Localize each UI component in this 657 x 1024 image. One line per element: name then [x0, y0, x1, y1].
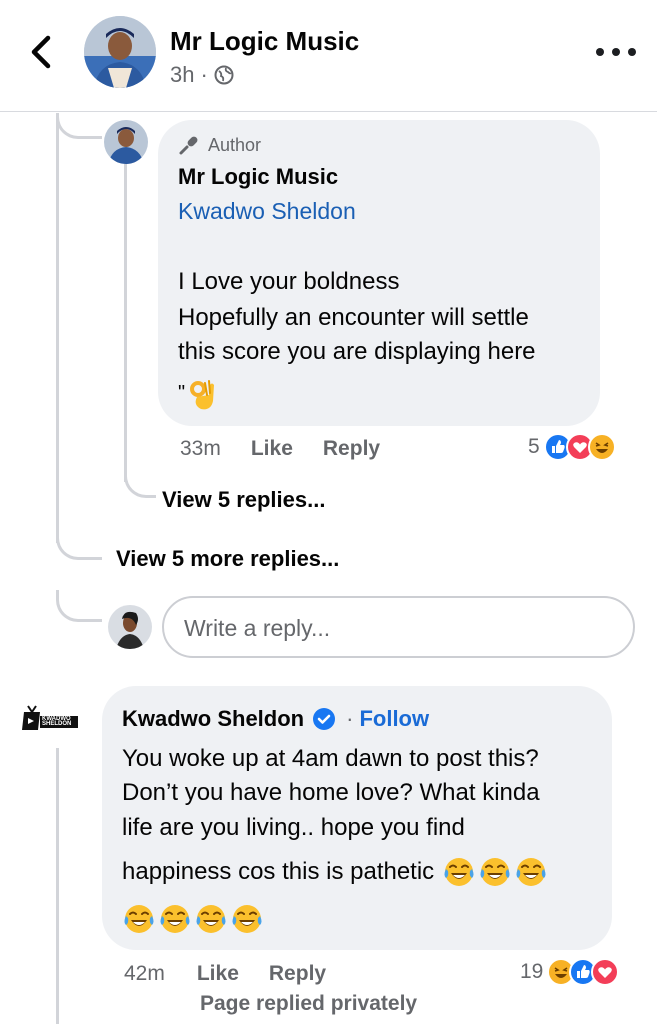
comment-line: You woke up at 4am dawn to post this?	[122, 745, 539, 772]
post-header: Mr Logic Music 3h ·	[0, 0, 657, 112]
post-time[interactable]: 3h	[170, 62, 194, 88]
user-avatar	[108, 605, 152, 649]
reply-button[interactable]: Reply	[323, 437, 380, 461]
haha-reaction-icon	[587, 433, 616, 461]
comment-line-with-emojis: happiness cos this is pathetic	[122, 854, 550, 889]
tears-of-joy-emoji	[196, 905, 226, 933]
tears-of-joy-emoji	[516, 857, 546, 886]
comment-line: I Love your boldness	[178, 268, 400, 295]
thread-line-outer	[56, 113, 59, 543]
thread-connector	[56, 528, 102, 560]
reaction-summary[interactable]: 5	[528, 433, 616, 461]
page-title[interactable]: Mr Logic Music	[170, 26, 359, 57]
reaction-count: 19	[520, 960, 544, 983]
microphone-icon	[179, 136, 198, 155]
tears-of-joy-emoji	[480, 857, 510, 886]
comment-line: this score you are displaying here	[178, 338, 536, 365]
comment-time[interactable]: 42m	[124, 962, 165, 986]
meta-separator: ·	[200, 62, 208, 87]
more-options-icon[interactable]	[596, 40, 636, 64]
tears-of-joy-emoji	[232, 905, 262, 933]
comment-line: happiness cos this is pathetic	[122, 858, 435, 885]
quote-mark: "	[178, 382, 186, 404]
thread-connector	[56, 590, 102, 622]
emoji-group	[442, 855, 550, 889]
follow-button[interactable]: Follow	[359, 706, 429, 732]
reply-button[interactable]: Reply	[269, 962, 326, 986]
thread-line-inner	[124, 162, 127, 482]
page-replied-note: Page replied privately	[200, 992, 418, 1015]
thread-line-comment	[56, 748, 59, 1024]
reaction-summary[interactable]: 19	[520, 958, 620, 986]
emoji-line	[122, 902, 266, 936]
comment-actions: 42m Like Reply	[124, 962, 326, 986]
thread-connector	[56, 113, 102, 139]
header-separator: ·	[346, 706, 354, 731]
author-badge-label: Author	[208, 134, 262, 155]
post-meta: 3h ·	[170, 62, 234, 88]
author-avatar[interactable]	[104, 120, 148, 164]
love-reaction-icon	[591, 958, 620, 986]
comment-line: life are you living.. hope you find	[122, 814, 465, 841]
like-button[interactable]: Like	[251, 437, 293, 461]
reply-input[interactable]: Write a reply...	[162, 596, 635, 658]
mention-link[interactable]: Kwadwo Sheldon	[178, 198, 356, 225]
reply-comment-bubble: Author Mr Logic Music Kwadwo Sheldon I L…	[158, 120, 600, 426]
comment-line: Don’t you have home love? What kinda	[122, 779, 540, 806]
comment-bubble: Kwadwo Sheldon · Follow You woke up at 4…	[102, 686, 612, 950]
commenter-name[interactable]: Kwadwo Sheldon	[122, 706, 304, 732]
verified-badge-icon	[313, 708, 336, 730]
reaction-count: 5	[528, 435, 540, 458]
ok-hand-emoji	[190, 379, 215, 409]
reply-actions: 33m Like Reply	[180, 437, 380, 461]
back-chevron-icon[interactable]	[28, 34, 56, 70]
comment-line: Hopefully an encounter will settle	[178, 304, 529, 331]
view-more-replies-link[interactable]: View 5 more replies...	[116, 546, 339, 572]
globe-icon	[214, 65, 234, 85]
avatar-logo-text: KWADWO SHELDON	[42, 716, 72, 727]
like-button[interactable]: Like	[197, 962, 239, 986]
view-replies-link[interactable]: View 5 replies...	[162, 487, 325, 513]
tears-of-joy-emoji	[160, 905, 190, 933]
page-avatar[interactable]	[84, 16, 156, 88]
thread-connector	[124, 466, 156, 498]
author-badge: Author	[178, 134, 261, 156]
tears-of-joy-emoji	[444, 857, 474, 886]
comment-time[interactable]: 33m	[180, 437, 221, 461]
comment-line: "	[178, 376, 217, 411]
tears-of-joy-emoji	[124, 905, 154, 933]
comment-header: Kwadwo Sheldon · Follow	[122, 706, 429, 732]
reply-input-placeholder: Write a reply...	[184, 615, 331, 641]
commenter-avatar[interactable]: KWADWO SHELDON	[20, 702, 80, 736]
commenter-name[interactable]: Mr Logic Music	[178, 164, 338, 190]
